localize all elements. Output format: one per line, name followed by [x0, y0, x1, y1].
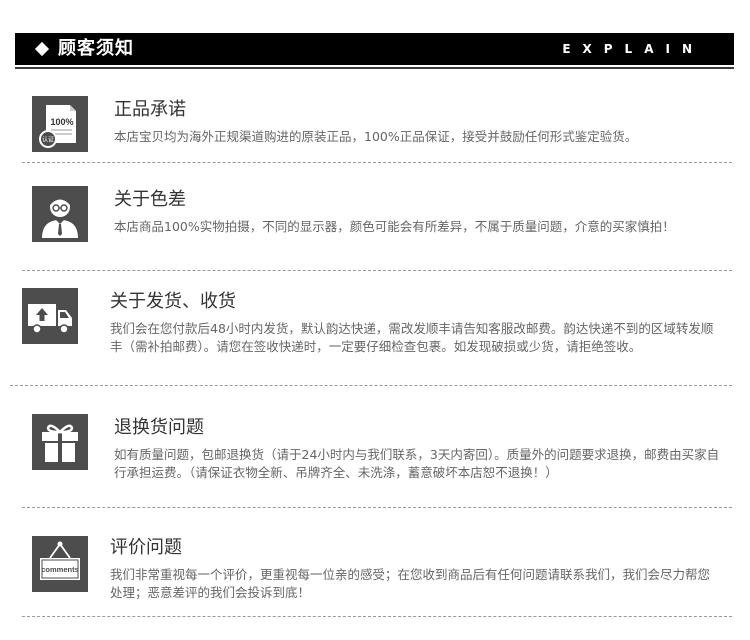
person-icon — [32, 186, 88, 242]
delivery-truck-icon — [22, 288, 78, 344]
section-title: 顾客须知 — [58, 38, 134, 59]
item-divider — [10, 385, 732, 386]
item-description: 本店宝贝均为海外正规渠道购进的原装正品，100%正品保证，接受并鼓励任何形式鉴定… — [114, 129, 638, 144]
item-divider — [22, 616, 732, 617]
item-divider — [22, 507, 732, 508]
item-title: 退换货问题 — [114, 417, 204, 438]
item-description: 本店商品100%实物拍摄，不同的显示器，颜色可能会有所差异，不属于质量问题，介意… — [114, 219, 675, 234]
header-underline — [15, 67, 734, 69]
item-divider — [22, 270, 732, 271]
section-subtitle: EXPLAIN — [562, 42, 704, 56]
item-description: 如有质量问题，包邮退换货（请于24小时内与我们联系，3天内寄回）。质量外的问题要… — [114, 447, 720, 480]
sign-text: comments — [41, 565, 79, 574]
item-description: 我们会在您付款后48小时内发货，默认韵达快递，需改发顺丰请告知客服改邮费。韵达快… — [110, 321, 714, 354]
certificate-icon: 100% 认证 — [32, 96, 88, 152]
gift-box-icon — [32, 414, 88, 470]
item-description: 我们非常重视每一个评价，更重视每一位亲的感受；在您收到商品后有任何问题请联系我们… — [110, 567, 711, 600]
item-title: 评价问题 — [110, 537, 182, 558]
certificate-percent-text: 100% — [50, 117, 73, 127]
comments-sign-icon: comments — [32, 536, 88, 592]
section-header: 顾客须知 EXPLAIN — [15, 33, 734, 65]
item-title: 正品承诺 — [114, 99, 186, 120]
item-title: 关于发货、收货 — [110, 291, 236, 312]
diamond-icon — [34, 41, 50, 57]
item-title: 关于色差 — [114, 189, 186, 210]
item-divider — [22, 162, 732, 163]
certificate-badge-text: 认证 — [42, 136, 54, 144]
